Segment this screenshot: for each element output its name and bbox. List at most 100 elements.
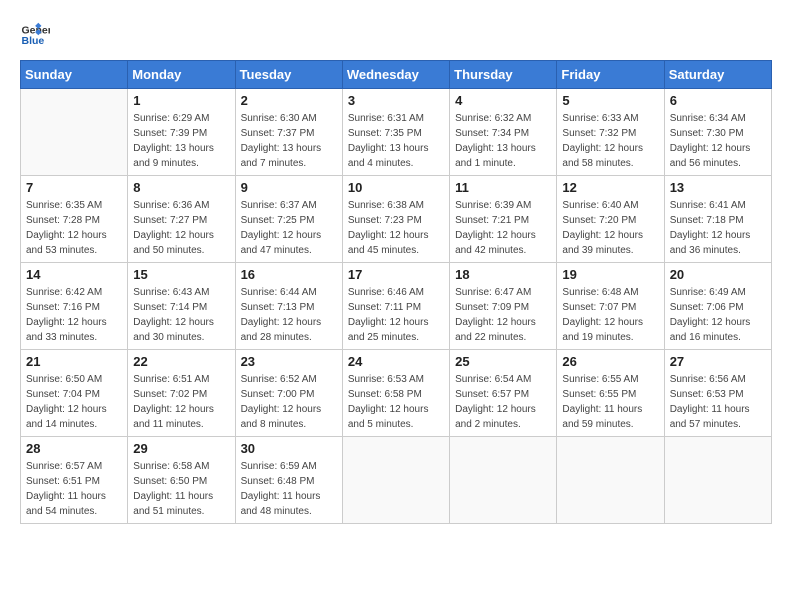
day-detail: Sunrise: 6:31 AM Sunset: 7:35 PM Dayligh… [348, 111, 444, 171]
calendar-cell: 30 Sunrise: 6:59 AM Sunset: 6:48 PM Dayli… [235, 437, 342, 524]
calendar-cell: 21 Sunrise: 6:50 AM Sunset: 7:04 PM Dayli… [21, 350, 128, 437]
weekday-header-monday: Monday [128, 61, 235, 89]
day-number: 25 [455, 354, 551, 369]
day-number: 3 [348, 93, 444, 108]
day-number: 29 [133, 441, 229, 456]
day-number: 28 [26, 441, 122, 456]
day-number: 15 [133, 267, 229, 282]
calendar-cell: 28 Sunrise: 6:57 AM Sunset: 6:51 PM Dayli… [21, 437, 128, 524]
day-detail: Sunrise: 6:47 AM Sunset: 7:09 PM Dayligh… [455, 285, 551, 345]
day-number: 17 [348, 267, 444, 282]
day-detail: Sunrise: 6:44 AM Sunset: 7:13 PM Dayligh… [241, 285, 337, 345]
day-number: 10 [348, 180, 444, 195]
day-detail: Sunrise: 6:30 AM Sunset: 7:37 PM Dayligh… [241, 111, 337, 171]
day-number: 11 [455, 180, 551, 195]
weekday-header-saturday: Saturday [664, 61, 771, 89]
calendar-cell: 3 Sunrise: 6:31 AM Sunset: 7:35 PM Daylig… [342, 89, 449, 176]
day-detail: Sunrise: 6:37 AM Sunset: 7:25 PM Dayligh… [241, 198, 337, 258]
day-detail: Sunrise: 6:38 AM Sunset: 7:23 PM Dayligh… [348, 198, 444, 258]
calendar-cell: 5 Sunrise: 6:33 AM Sunset: 7:32 PM Daylig… [557, 89, 664, 176]
day-detail: Sunrise: 6:32 AM Sunset: 7:34 PM Dayligh… [455, 111, 551, 171]
day-detail: Sunrise: 6:29 AM Sunset: 7:39 PM Dayligh… [133, 111, 229, 171]
calendar-cell: 26Sunrise: 6:55 AM Sunset: 6:55 PM Dayli… [557, 350, 664, 437]
calendar-cell [557, 437, 664, 524]
calendar-cell: 8Sunrise: 6:36 AM Sunset: 7:27 PM Daylig… [128, 176, 235, 263]
day-detail: Sunrise: 6:34 AM Sunset: 7:30 PM Dayligh… [670, 111, 766, 171]
calendar-cell: 29 Sunrise: 6:58 AM Sunset: 6:50 PM Dayli… [128, 437, 235, 524]
day-detail: Sunrise: 6:41 AM Sunset: 7:18 PM Dayligh… [670, 198, 766, 258]
day-detail: Sunrise: 6:40 AM Sunset: 7:20 PM Dayligh… [562, 198, 658, 258]
day-detail: Sunrise: 6:59 AM Sunset: 6:48 PM Dayligh… [241, 459, 337, 519]
day-number: 20 [670, 267, 766, 282]
calendar-cell: 22Sunrise: 6:51 AM Sunset: 7:02 PM Dayli… [128, 350, 235, 437]
day-number: 27 [670, 354, 766, 369]
calendar-table: SundayMondayTuesdayWednesdayThursdayFrid… [20, 60, 772, 524]
day-detail: Sunrise: 6:48 AM Sunset: 7:07 PM Dayligh… [562, 285, 658, 345]
day-number: 14 [26, 267, 122, 282]
calendar-cell: 25 Sunrise: 6:54 AM Sunset: 6:57 PM Dayli… [450, 350, 557, 437]
svg-text:Blue: Blue [22, 35, 45, 47]
weekday-header-friday: Friday [557, 61, 664, 89]
calendar-cell: 6 Sunrise: 6:34 AM Sunset: 7:30 PM Daylig… [664, 89, 771, 176]
day-detail: Sunrise: 6:49 AM Sunset: 7:06 PM Dayligh… [670, 285, 766, 345]
day-number: 16 [241, 267, 337, 282]
day-detail: Sunrise: 6:53 AM Sunset: 6:58 PM Dayligh… [348, 372, 444, 432]
day-number: 9 [241, 180, 337, 195]
calendar-cell [21, 89, 128, 176]
day-number: 30 [241, 441, 337, 456]
calendar-cell [450, 437, 557, 524]
day-number: 4 [455, 93, 551, 108]
calendar-cell: 27 Sunrise: 6:56 AM Sunset: 6:53 PM Dayli… [664, 350, 771, 437]
day-number: 5 [562, 93, 658, 108]
day-number: 7 [26, 180, 122, 195]
day-detail: Sunrise: 6:57 AM Sunset: 6:51 PM Dayligh… [26, 459, 122, 519]
day-detail: Sunrise: 6:33 AM Sunset: 7:32 PM Dayligh… [562, 111, 658, 171]
day-number: 6 [670, 93, 766, 108]
calendar-cell: 1 Sunrise: 6:29 AM Sunset: 7:39 PM Daylig… [128, 89, 235, 176]
weekday-header-tuesday: Tuesday [235, 61, 342, 89]
calendar-cell: 13Sunrise: 6:41 AM Sunset: 7:18 PM Dayli… [664, 176, 771, 263]
day-detail: Sunrise: 6:58 AM Sunset: 6:50 PM Dayligh… [133, 459, 229, 519]
day-detail: Sunrise: 6:35 AM Sunset: 7:28 PM Dayligh… [26, 198, 122, 258]
logo: General Blue [20, 20, 54, 50]
day-number: 21 [26, 354, 122, 369]
calendar-cell: 4 Sunrise: 6:32 AM Sunset: 7:34 PM Daylig… [450, 89, 557, 176]
calendar-cell: 20 Sunrise: 6:49 AM Sunset: 7:06 PM Dayli… [664, 263, 771, 350]
page-header: General Blue [20, 20, 772, 50]
day-detail: Sunrise: 6:43 AM Sunset: 7:14 PM Dayligh… [133, 285, 229, 345]
weekday-header-sunday: Sunday [21, 61, 128, 89]
calendar-week-row: 28 Sunrise: 6:57 AM Sunset: 6:51 PM Dayli… [21, 437, 772, 524]
calendar-cell: 10 Sunrise: 6:38 AM Sunset: 7:23 PM Dayli… [342, 176, 449, 263]
day-number: 1 [133, 93, 229, 108]
day-number: 8 [133, 180, 229, 195]
calendar-cell: 17 Sunrise: 6:46 AM Sunset: 7:11 PM Dayli… [342, 263, 449, 350]
calendar-cell: 14Sunrise: 6:42 AM Sunset: 7:16 PM Dayli… [21, 263, 128, 350]
calendar-cell: 23 Sunrise: 6:52 AM Sunset: 7:00 PM Dayli… [235, 350, 342, 437]
calendar-cell: 2 Sunrise: 6:30 AM Sunset: 7:37 PM Daylig… [235, 89, 342, 176]
day-number: 23 [241, 354, 337, 369]
weekday-header-row: SundayMondayTuesdayWednesdayThursdayFrid… [21, 61, 772, 89]
calendar-cell: 18Sunrise: 6:47 AM Sunset: 7:09 PM Dayli… [450, 263, 557, 350]
day-detail: Sunrise: 6:50 AM Sunset: 7:04 PM Dayligh… [26, 372, 122, 432]
calendar-week-row: 1 Sunrise: 6:29 AM Sunset: 7:39 PM Daylig… [21, 89, 772, 176]
logo-icon: General Blue [20, 20, 50, 50]
calendar-week-row: 14Sunrise: 6:42 AM Sunset: 7:16 PM Dayli… [21, 263, 772, 350]
calendar-cell: 19 Sunrise: 6:48 AM Sunset: 7:07 PM Dayli… [557, 263, 664, 350]
day-number: 12 [562, 180, 658, 195]
day-number: 26 [562, 354, 658, 369]
calendar-cell: 16 Sunrise: 6:44 AM Sunset: 7:13 PM Dayli… [235, 263, 342, 350]
day-detail: Sunrise: 6:46 AM Sunset: 7:11 PM Dayligh… [348, 285, 444, 345]
day-detail: Sunrise: 6:56 AM Sunset: 6:53 PM Dayligh… [670, 372, 766, 432]
calendar-cell [342, 437, 449, 524]
calendar-cell: 9 Sunrise: 6:37 AM Sunset: 7:25 PM Daylig… [235, 176, 342, 263]
weekday-header-wednesday: Wednesday [342, 61, 449, 89]
calendar-cell: 12 Sunrise: 6:40 AM Sunset: 7:20 PM Dayli… [557, 176, 664, 263]
day-number: 19 [562, 267, 658, 282]
calendar-cell: 11Sunrise: 6:39 AM Sunset: 7:21 PM Dayli… [450, 176, 557, 263]
calendar-cell [664, 437, 771, 524]
day-detail: Sunrise: 6:52 AM Sunset: 7:00 PM Dayligh… [241, 372, 337, 432]
day-number: 2 [241, 93, 337, 108]
calendar-week-row: 7 Sunrise: 6:35 AM Sunset: 7:28 PM Daylig… [21, 176, 772, 263]
calendar-cell: 15 Sunrise: 6:43 AM Sunset: 7:14 PM Dayli… [128, 263, 235, 350]
day-detail: Sunrise: 6:54 AM Sunset: 6:57 PM Dayligh… [455, 372, 551, 432]
